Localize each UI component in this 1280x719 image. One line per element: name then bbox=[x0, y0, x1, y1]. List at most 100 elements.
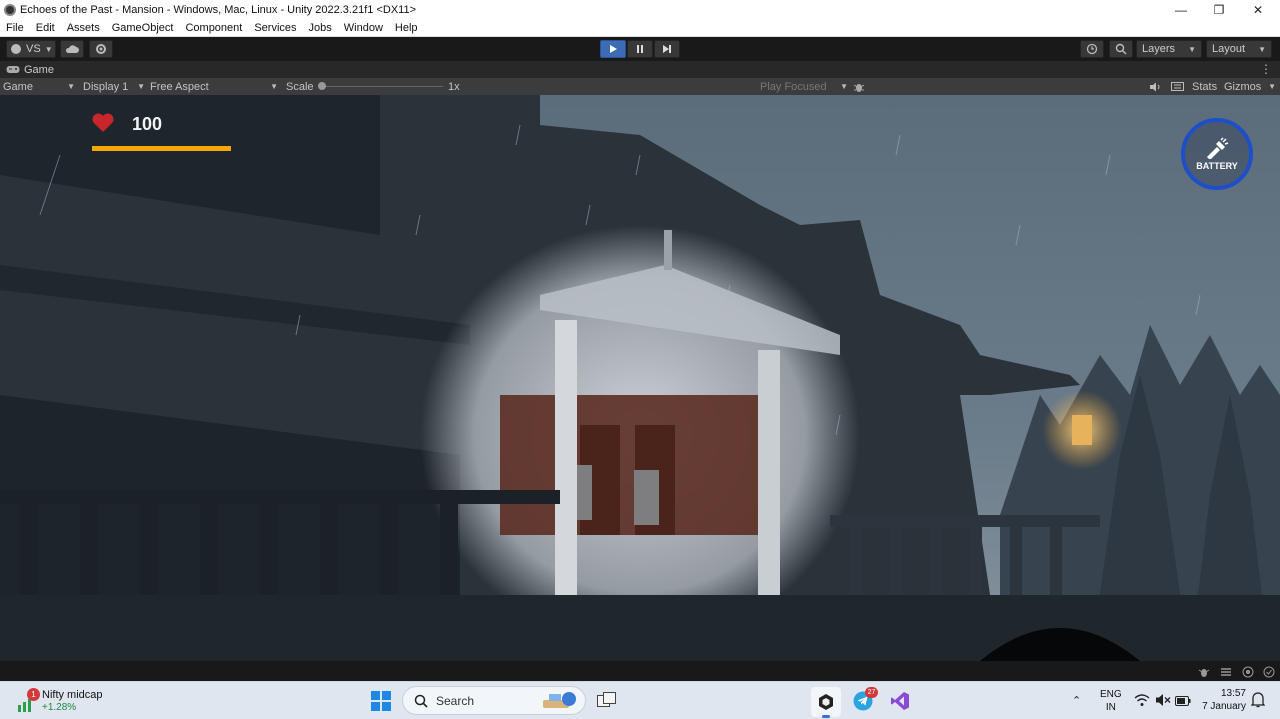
history-button[interactable] bbox=[1080, 40, 1104, 58]
menu-services[interactable]: Services bbox=[248, 22, 302, 34]
widget-change: +1.28% bbox=[42, 702, 77, 713]
start-button[interactable] bbox=[371, 691, 391, 716]
chevron-down-icon: ▼ bbox=[270, 82, 278, 91]
taskbar-search-box[interactable]: Search bbox=[402, 686, 586, 715]
layout-dropdown[interactable]: Layout ▼ bbox=[1206, 40, 1272, 58]
language-line1: ENG bbox=[1100, 689, 1122, 700]
window-title: Echoes of the Past - Mansion - Windows, … bbox=[20, 3, 416, 16]
menu-file[interactable]: File bbox=[0, 22, 30, 34]
widget-badge: 1 bbox=[27, 688, 40, 701]
step-icon bbox=[663, 45, 671, 53]
main-toolbar: VS ▼ Layers ▼ Layout ▼ bbox=[0, 37, 1280, 61]
game-view-bar: Game ▼ Display 1 ▼ Free Aspect ▼ Scale 1… bbox=[0, 78, 1280, 95]
layers-label: Layers bbox=[1142, 43, 1176, 55]
menu-window[interactable]: Window bbox=[338, 22, 389, 34]
gear-icon bbox=[96, 44, 106, 54]
gizmos-label: Gizmos bbox=[1224, 80, 1262, 93]
cloud-button[interactable] bbox=[60, 40, 84, 58]
game-viewport[interactable]: 100 BATTERY bbox=[0, 95, 1280, 661]
scale-slider-handle[interactable] bbox=[318, 82, 326, 90]
minimize-button[interactable]: — bbox=[1163, 0, 1199, 19]
windows-logo-icon bbox=[371, 691, 391, 711]
history-icon bbox=[1086, 43, 1098, 55]
view-select[interactable]: Game ▼ bbox=[3, 78, 75, 95]
pause-button[interactable] bbox=[627, 40, 653, 58]
visual-studio-icon bbox=[891, 692, 909, 710]
task-view-button[interactable] bbox=[597, 692, 617, 715]
active-indicator bbox=[822, 715, 830, 718]
account-label: VS bbox=[26, 43, 41, 55]
taskbar-telegram-button[interactable]: 27 bbox=[853, 687, 878, 716]
notifications-icon[interactable] bbox=[1250, 692, 1266, 713]
display-select-label: Display 1 bbox=[83, 80, 129, 93]
account-dropdown[interactable]: VS ▼ bbox=[6, 40, 56, 58]
play-button[interactable] bbox=[600, 40, 626, 58]
unity-app-icon bbox=[4, 3, 16, 16]
play-focused-select[interactable]: Play Focused ▼ bbox=[760, 78, 848, 95]
mansion-scene-image bbox=[0, 95, 1280, 661]
unity-icon bbox=[819, 694, 833, 710]
taskbar-visual-studio-button[interactable] bbox=[890, 691, 910, 716]
stats-button[interactable]: Stats bbox=[1192, 78, 1217, 95]
close-button[interactable]: ✕ bbox=[1240, 0, 1276, 19]
play-focused-label: Play Focused bbox=[760, 80, 827, 93]
settings-button[interactable] bbox=[89, 40, 113, 58]
tab-game[interactable]: Game bbox=[0, 64, 54, 76]
show-hidden-icons-button[interactable]: ⌃ bbox=[1072, 694, 1081, 707]
menu-edit[interactable]: Edit bbox=[30, 22, 61, 34]
audio-mute-icon[interactable] bbox=[1149, 78, 1161, 95]
battery-icon[interactable] bbox=[1175, 694, 1191, 712]
task-view-icon bbox=[597, 692, 616, 707]
taskbar-unity-button[interactable] bbox=[811, 687, 841, 718]
volume-muted-icon[interactable] bbox=[1155, 693, 1171, 712]
scale-value: 1x bbox=[448, 80, 460, 93]
widget-stock[interactable]: 1 Nifty midcap +1.28% bbox=[16, 688, 106, 716]
title-bar: Echoes of the Past - Mansion - Windows, … bbox=[0, 0, 1280, 19]
search-button[interactable] bbox=[1109, 40, 1133, 58]
editor-status-bar bbox=[0, 661, 1280, 681]
chevron-down-icon: ▼ bbox=[44, 44, 53, 54]
clock-date: 7 January bbox=[1202, 701, 1246, 712]
chevron-down-icon: ▼ bbox=[67, 82, 75, 91]
view-select-label: Game bbox=[3, 80, 33, 93]
game-tab-bar: Game ⋮ bbox=[0, 61, 1280, 78]
tab-game-label: Game bbox=[24, 63, 54, 76]
layout-label: Layout bbox=[1212, 43, 1246, 55]
tab-menu-icon[interactable]: ⋮ bbox=[1260, 62, 1272, 76]
chevron-down-icon: ▼ bbox=[840, 82, 848, 91]
search-placeholder: Search bbox=[436, 693, 475, 708]
scale-label: Scale bbox=[286, 80, 314, 93]
language-indicator[interactable]: ENG IN bbox=[1100, 688, 1122, 714]
aspect-select[interactable]: Free Aspect ▼ bbox=[150, 78, 278, 95]
heart-icon bbox=[92, 113, 114, 132]
keyboard-shortcuts-icon[interactable] bbox=[1171, 78, 1184, 95]
cloud-icon bbox=[65, 45, 79, 53]
pause-icon bbox=[637, 45, 643, 53]
menu-jobs[interactable]: Jobs bbox=[303, 22, 338, 34]
bug-icon[interactable] bbox=[853, 78, 865, 95]
account-icon bbox=[11, 44, 21, 54]
play-icon bbox=[610, 45, 617, 53]
step-button[interactable] bbox=[654, 40, 680, 58]
gizmos-dropdown[interactable]: Gizmos ▼ bbox=[1224, 78, 1276, 95]
menu-assets[interactable]: Assets bbox=[61, 22, 106, 34]
telegram-badge: 27 bbox=[865, 687, 878, 698]
chevron-down-icon: ▼ bbox=[1258, 44, 1266, 54]
menu-gameobject[interactable]: GameObject bbox=[106, 22, 180, 34]
menu-help[interactable]: Help bbox=[389, 22, 424, 34]
health-bar-track bbox=[92, 146, 231, 151]
search-highlight-icon bbox=[543, 692, 576, 708]
scale-slider[interactable] bbox=[318, 78, 443, 95]
maximize-button[interactable]: ❐ bbox=[1201, 0, 1237, 19]
flashlight-icon bbox=[1207, 137, 1229, 159]
gamepad-icon bbox=[6, 66, 20, 73]
chevron-down-icon: ▼ bbox=[137, 82, 145, 91]
layers-dropdown[interactable]: Layers ▼ bbox=[1136, 40, 1202, 58]
health-value: 100 bbox=[132, 114, 163, 134]
battery-indicator: BATTERY bbox=[1181, 118, 1253, 190]
wifi-icon[interactable] bbox=[1134, 693, 1150, 712]
battery-label: BATTERY bbox=[1196, 161, 1238, 171]
clock[interactable]: 13:57 7 January bbox=[1190, 687, 1246, 713]
menu-component[interactable]: Component bbox=[179, 22, 248, 34]
display-select[interactable]: Display 1 ▼ bbox=[83, 78, 145, 95]
